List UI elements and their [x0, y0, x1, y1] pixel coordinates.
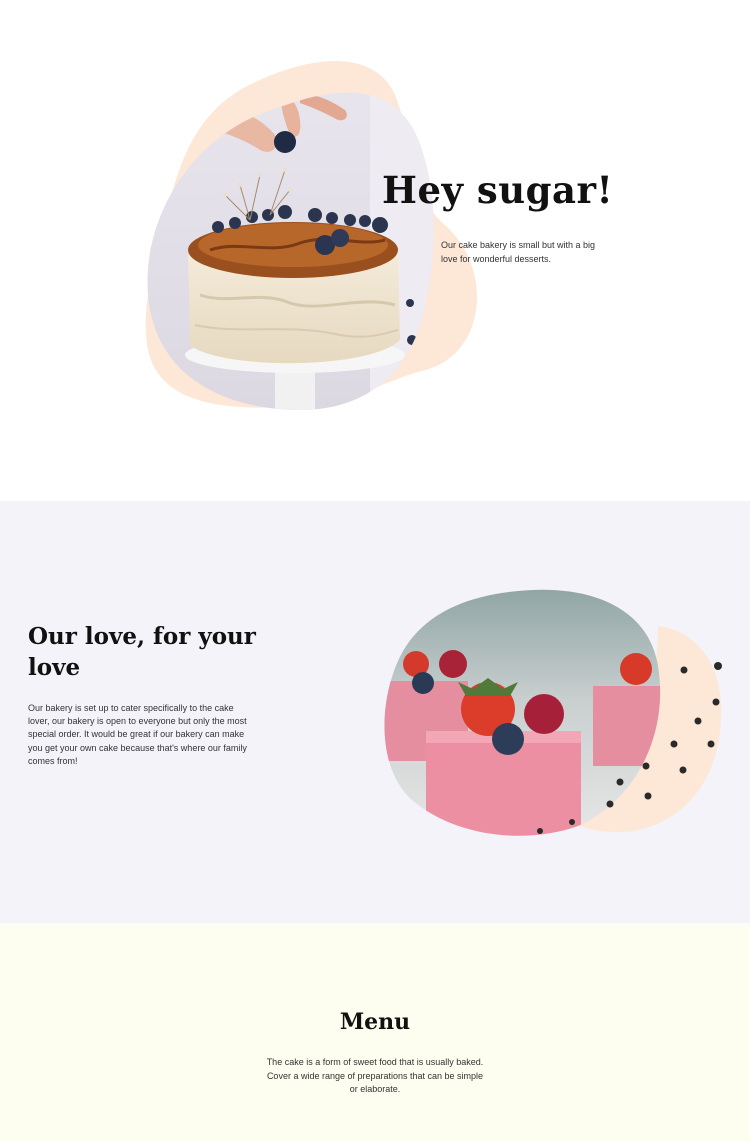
- petit-fours-photo: [384, 589, 722, 836]
- menu-section: Menu The cake is a form of sweet food th…: [0, 923, 750, 1142]
- about-description: Our bakery is set up to cater specifical…: [28, 703, 247, 766]
- about-section: Our love, for your love Our bakery is se…: [0, 501, 750, 923]
- menu-description: The cake is a form of sweet food that is…: [266, 1057, 484, 1094]
- hero-section: Hey sugar! Our cake bakery is small but …: [0, 0, 750, 501]
- hero-title: Hey sugar!: [382, 168, 614, 212]
- menu-title: Menu: [339, 1009, 411, 1035]
- hero-description: Our cake bakery is small but with a big …: [441, 240, 596, 264]
- cake-photo: [145, 61, 478, 411]
- about-title: Our love, for your love: [28, 623, 256, 681]
